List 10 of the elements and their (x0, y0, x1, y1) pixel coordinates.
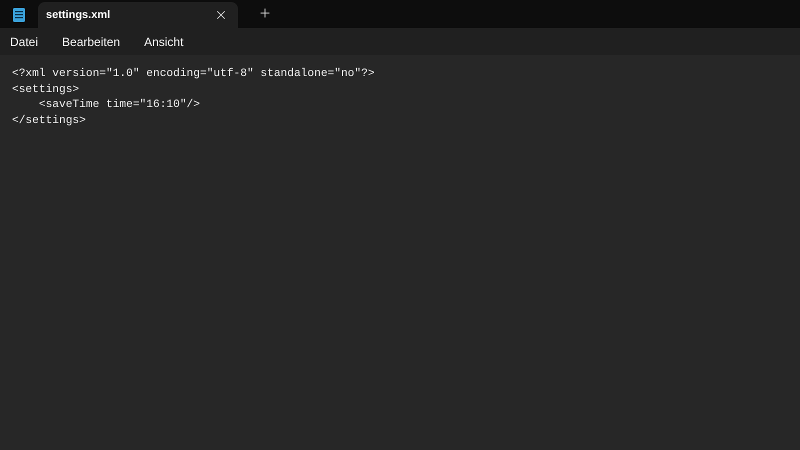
code-line: <saveTime time="16:10"/> (38, 98, 200, 113)
code-line: </settings> (12, 114, 86, 128)
menu-item[interactable]: Datei (2, 30, 46, 52)
menu-item[interactable]: Ansicht (136, 30, 192, 52)
menu-item[interactable]: Bearbeiten (54, 30, 128, 52)
tab[interactable]: settings.xml (38, 2, 238, 28)
code-line: <?xml version="1.0" encoding="utf-8" standalone="no"?> (12, 67, 375, 82)
tab-title: settings.xml (46, 9, 112, 21)
notepad-icon (12, 7, 26, 23)
code-line: <settings> (12, 82, 80, 98)
